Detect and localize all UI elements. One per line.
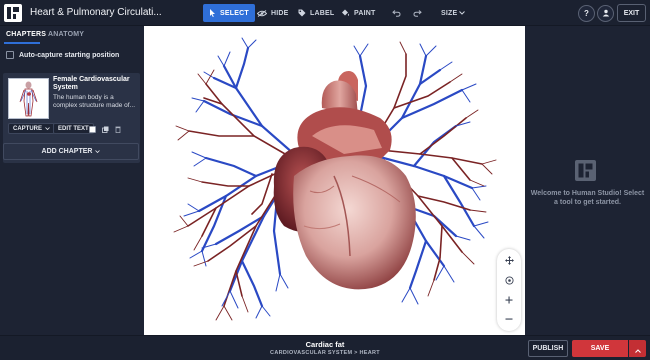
zoom-in-button[interactable]: [497, 292, 521, 310]
eye-off-icon: [257, 9, 267, 17]
help-button[interactable]: ?: [578, 5, 595, 22]
autocapture-label: Auto-capture starting position: [19, 51, 120, 59]
human-studio-logo-icon: [575, 160, 596, 181]
duplicate-chapter-button[interactable]: [100, 123, 111, 134]
bottom-bar: Cardiac fat CARDIOVASCULAR SYSTEM > HEAR…: [0, 335, 650, 360]
plus-icon: [505, 296, 513, 306]
top-bar: Heart & Pulmonary Circulati... SELECT HI…: [0, 0, 650, 26]
redo-icon: [412, 4, 422, 22]
viewer-navigation-controls: [497, 249, 521, 331]
3d-viewer[interactable]: [144, 26, 525, 335]
move-arrows-icon: [504, 255, 514, 267]
cursor-icon: [209, 9, 216, 17]
chapter-color-swatch[interactable]: [87, 123, 98, 134]
add-chapter-button[interactable]: ADD CHAPTER: [3, 143, 139, 160]
tag-icon: [298, 9, 306, 17]
undo-icon: [391, 4, 401, 22]
size-dropdown[interactable]: SIZE: [435, 4, 471, 22]
chevron-up-icon: [634, 340, 641, 358]
exit-button[interactable]: EXIT: [617, 4, 646, 22]
chapter-description: The human body is a complex structure ma…: [53, 94, 136, 109]
human-studio-logo-icon[interactable]: [4, 4, 22, 22]
delete-chapter-button[interactable]: [112, 123, 123, 134]
save-button[interactable]: SAVE: [572, 340, 628, 357]
autocapture-option[interactable]: Auto-capture starting position: [6, 51, 119, 59]
app-title[interactable]: Heart & Pulmonary Circulati...: [30, 7, 170, 18]
tab-anatomy[interactable]: ANATOMY: [48, 31, 84, 38]
user-icon: [602, 9, 610, 19]
tool-paint-button[interactable]: PAINT: [335, 4, 381, 22]
account-button[interactable]: [597, 5, 614, 22]
chevron-down-icon: [95, 148, 101, 155]
square-icon: [89, 120, 96, 138]
chevron-down-icon: [459, 11, 466, 15]
paint-bucket-icon: [341, 9, 350, 17]
tool-label-button[interactable]: LABEL: [292, 4, 340, 22]
capture-button[interactable]: CAPTURE: [8, 123, 56, 134]
zoom-out-button[interactable]: [497, 311, 521, 329]
tool-select-button[interactable]: SELECT: [203, 4, 255, 22]
tool-hide-button[interactable]: HIDE: [251, 4, 295, 22]
publish-button[interactable]: PUBLISH: [528, 340, 568, 357]
save-options-button[interactable]: [629, 340, 646, 357]
trash-icon: [115, 120, 121, 138]
chapter-title: Female Cardiovascular System: [53, 76, 130, 91]
welcome-message: Welcome to Human Studio! Select a tool t…: [530, 190, 645, 206]
tab-chapters[interactable]: CHAPTERS: [6, 31, 46, 38]
autocapture-checkbox[interactable]: [6, 51, 14, 59]
orbit-icon: [504, 275, 514, 287]
chapters-panel: CHAPTERS ANATOMY Auto-capture starting p…: [0, 27, 144, 335]
minus-icon: [505, 315, 513, 325]
heart-model[interactable]: [144, 26, 525, 335]
properties-panel: Welcome to Human Studio! Select a tool t…: [525, 26, 650, 335]
pan-button[interactable]: [497, 252, 521, 270]
rotate-button[interactable]: [497, 272, 521, 290]
chapter-thumbnail[interactable]: [8, 78, 49, 119]
active-tab-indicator: [4, 42, 40, 44]
copy-icon: [102, 120, 109, 138]
help-label: ?: [584, 9, 589, 18]
chevron-down-icon: [45, 126, 50, 132]
redo-button[interactable]: [410, 4, 424, 22]
sidebar-tabs: CHAPTERS ANATOMY: [0, 27, 144, 45]
undo-button[interactable]: [389, 4, 403, 22]
